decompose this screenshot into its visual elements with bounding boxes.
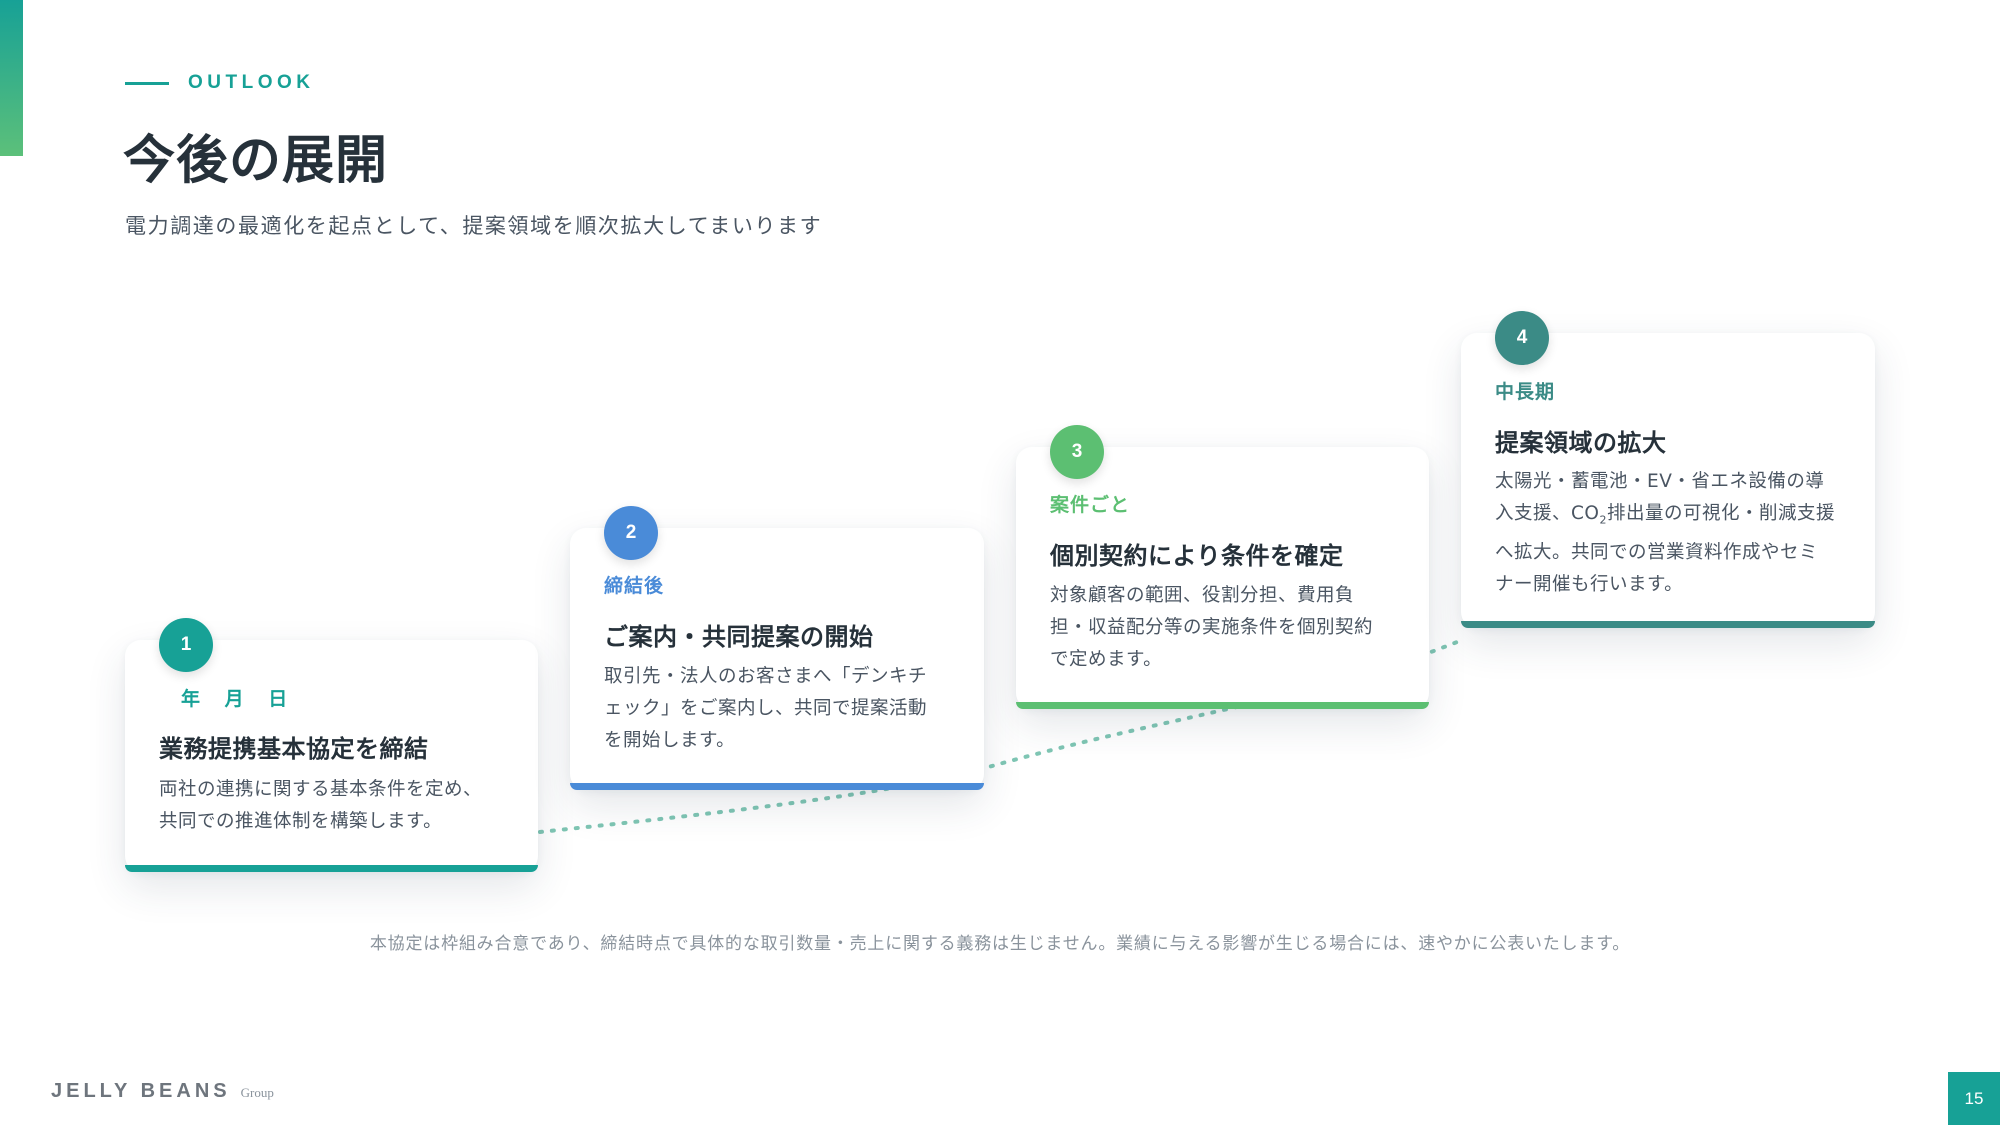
- step-number-badge: 1: [159, 618, 213, 672]
- eyebrow-label: OUTLOOK: [188, 72, 315, 93]
- step-title: 個別契約により条件を確定: [1050, 542, 1344, 570]
- desc-line: ナー開催も行います。: [1495, 573, 1684, 595]
- page-number: 15: [1948, 1072, 2000, 1125]
- desc-text: 排出量の可視化・削減支援: [1606, 503, 1835, 524]
- step-number-badge: 2: [604, 506, 658, 560]
- step-title: ご案内・共同提案の開始: [604, 623, 874, 651]
- desc-line: へ拡大。共同での営業資料作成やセミ: [1495, 541, 1819, 563]
- desc-line: ェック」をご案内し、共同で提案活動: [604, 698, 928, 719]
- desc-line: 取引先・法人のお客さまへ「デンキチ: [604, 666, 928, 687]
- step-number-badge: 4: [1495, 311, 1549, 365]
- subscript: 2: [1599, 513, 1607, 527]
- desc-line: 太陽光・蓄電池・EV・省エネ設備の導: [1495, 471, 1825, 492]
- desc-line: 対象顧客の範囲、役割分担、費用負: [1050, 585, 1355, 606]
- step-card-1: 1 年 月 日 業務提携基本協定を締結 両社の連携に関する基本条件を定め、 共同…: [125, 618, 538, 872]
- step-period: 案件ごと: [1050, 494, 1131, 516]
- page-title: 今後の展開: [123, 131, 389, 191]
- step-description: 取引先・法人のお客さまへ「デンキチ ェック」をご案内し、共同で提案活動 を開始し…: [604, 661, 956, 757]
- desc-line: 共同での推進体制を構築します。: [159, 811, 443, 832]
- desc-line: を開始します。: [604, 730, 736, 751]
- page-subtitle: 電力調達の最適化を起点として、提案領域を順次拡大してまいります: [125, 214, 823, 238]
- footnote: 本協定は枠組み合意であり、締結時点で具体的な取引数量・売上に関する義務は生じませ…: [369, 934, 1631, 954]
- brand-subtitle: Group: [240, 1085, 274, 1100]
- step-title: 提案領域の拡大: [1495, 429, 1667, 457]
- brand-name: JELLY BEANS: [51, 1080, 231, 1102]
- step-card-3: 3 案件ごと 個別契約により条件を確定 対象顧客の範囲、役割分担、費用負 担・収…: [1016, 425, 1429, 709]
- desc-text: 入支援、CO: [1495, 503, 1600, 524]
- step-period: 締結後: [604, 575, 665, 597]
- desc-line: 両社の連携に関する基本条件を定め、: [159, 779, 483, 800]
- step-card-4: 4 中長期 提案領域の拡大 太陽光・蓄電池・EV・省エネ設備の導 入支援、CO2…: [1461, 311, 1875, 628]
- step-description: 対象顧客の範囲、役割分担、費用負 担・収益配分等の実施条件を個別契約 で定めます…: [1050, 580, 1401, 676]
- step-period: 中長期: [1495, 381, 1556, 403]
- desc-line: 担・収益配分等の実施条件を個別契約: [1050, 617, 1374, 638]
- step-description: 両社の連携に関する基本条件を定め、 共同での推進体制を構築します。: [159, 774, 510, 838]
- accent-bar: [0, 0, 23, 156]
- desc-line-with-subscript: 入支援、CO2排出量の可視化・削減支援: [1495, 498, 1847, 537]
- step-card-2: 2 締結後 ご案内・共同提案の開始 取引先・法人のお客さまへ「デンキチ ェック」…: [570, 506, 984, 790]
- step-description: 太陽光・蓄電池・EV・省エネ設備の導 入支援、CO2排出量の可視化・削減支援 へ…: [1495, 466, 1847, 601]
- step-period: 年 月 日: [181, 688, 292, 710]
- brand-logo: JELLY BEANS Group: [51, 1080, 274, 1103]
- step-number-badge: 3: [1050, 425, 1104, 479]
- eyebrow-line: [125, 81, 169, 85]
- desc-line: で定めます。: [1050, 649, 1163, 670]
- section-eyebrow: OUTLOOK: [125, 70, 315, 96]
- step-title: 業務提携基本協定を締結: [159, 735, 429, 763]
